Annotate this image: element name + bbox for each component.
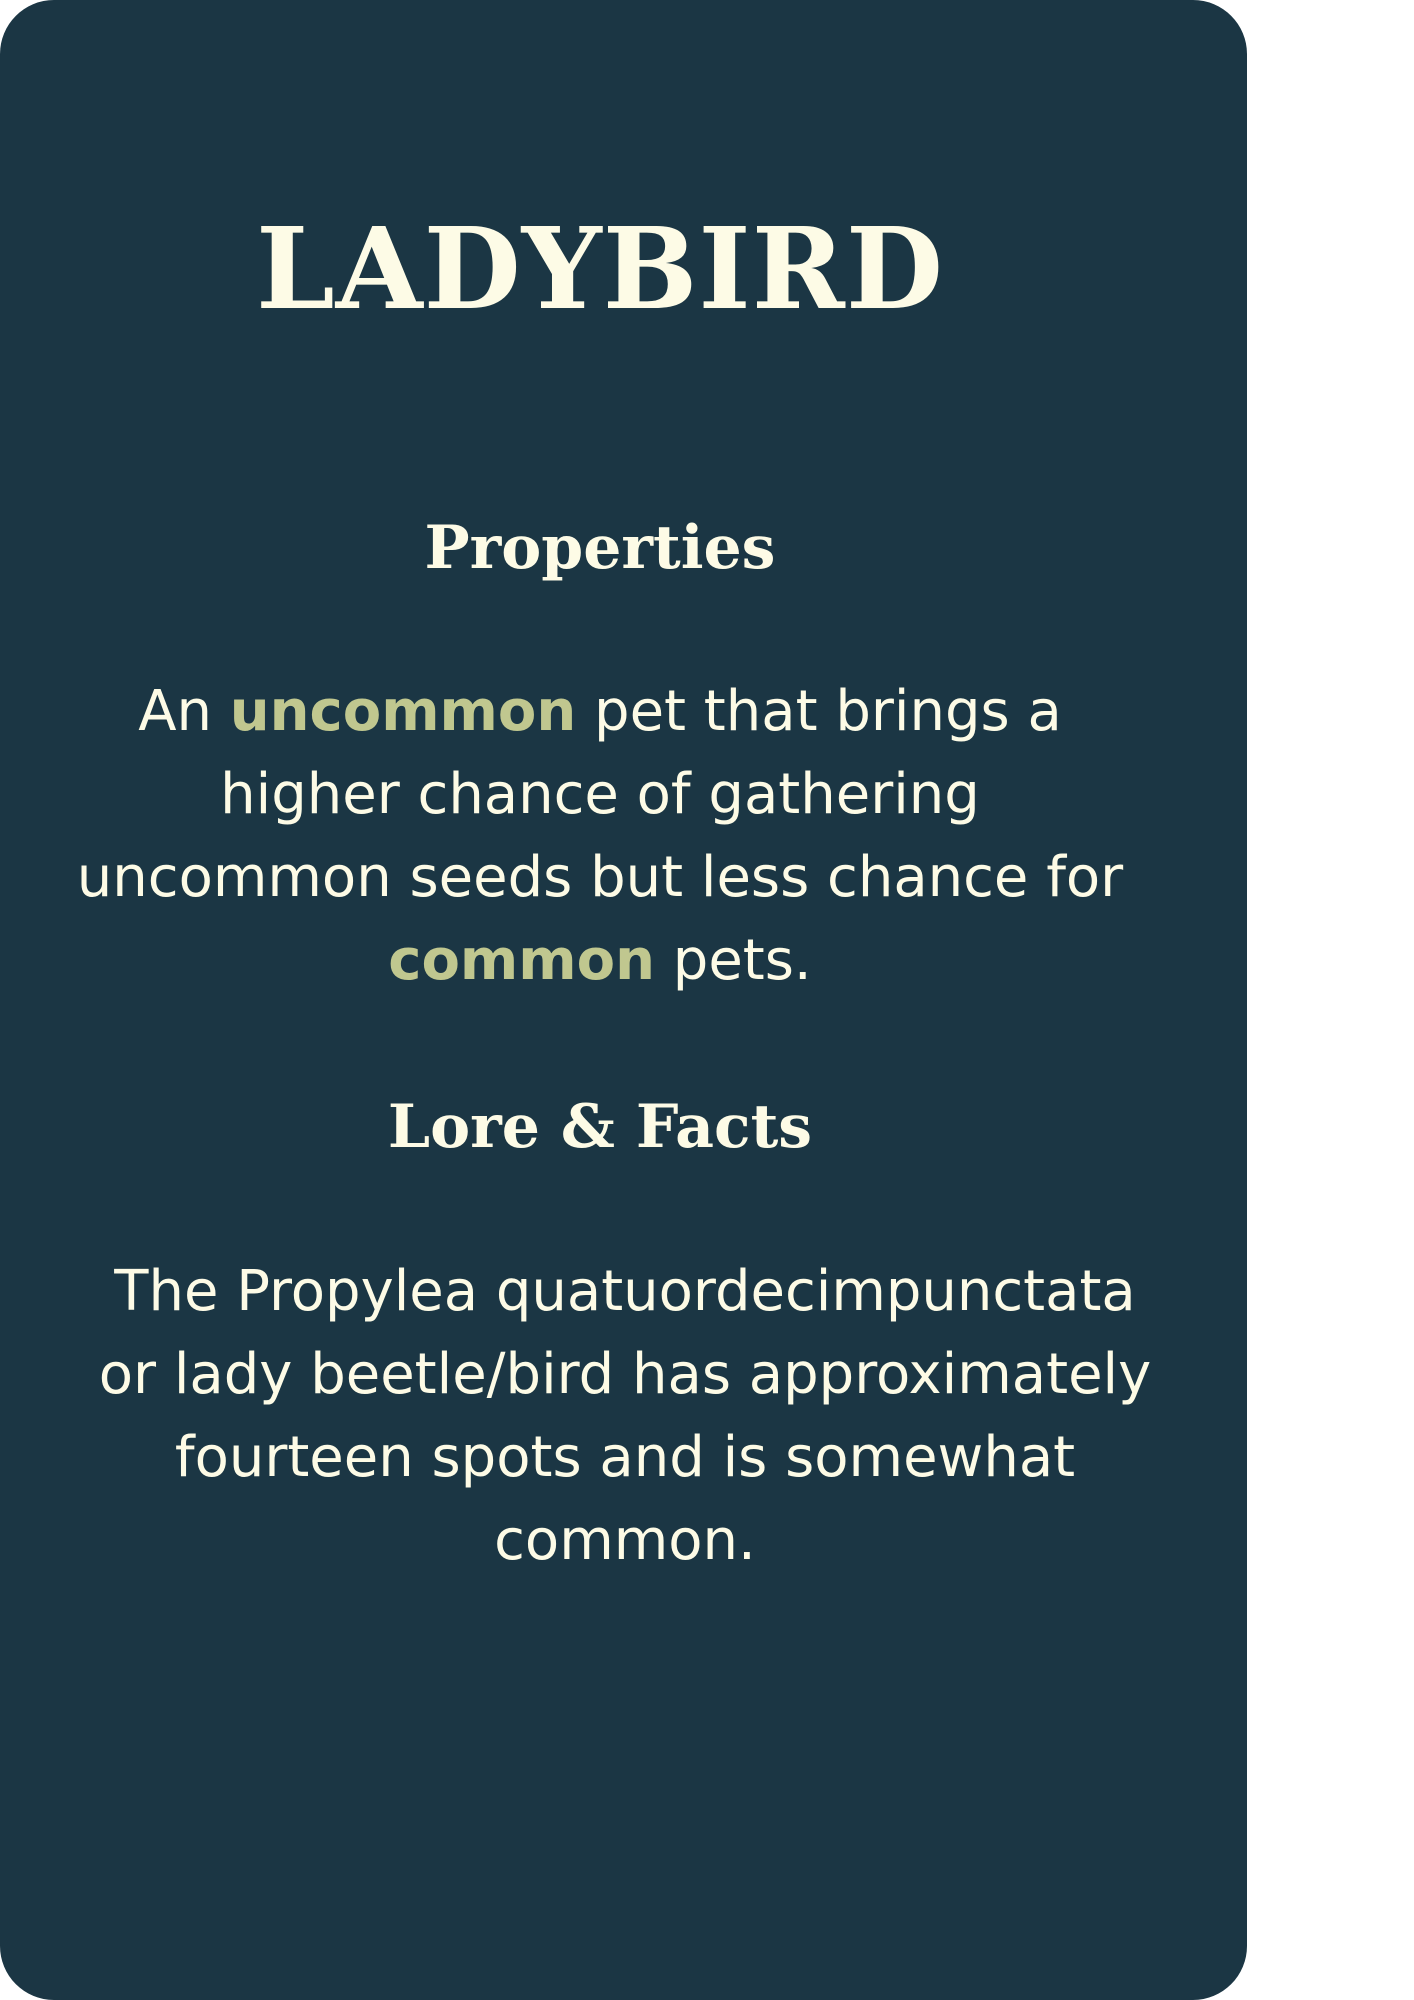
- properties-text-part3: pets.: [654, 928, 812, 993]
- highlight-common: common: [388, 928, 655, 993]
- properties-heading: Properties: [424, 513, 776, 583]
- highlight-uncommon: uncommon: [229, 679, 577, 744]
- card-title: LADYBIRD: [256, 204, 944, 335]
- pet-card: LADYBIRD Properties An uncommon pet that…: [0, 0, 1247, 2000]
- lore-heading: Lore & Facts: [387, 1092, 813, 1162]
- properties-text-part1: An: [138, 679, 230, 744]
- lore-text: The Propylea quatuordecimpunctata or lad…: [98, 1259, 1152, 1573]
- properties-text: An uncommon pet that brings a higher cha…: [60, 670, 1140, 1002]
